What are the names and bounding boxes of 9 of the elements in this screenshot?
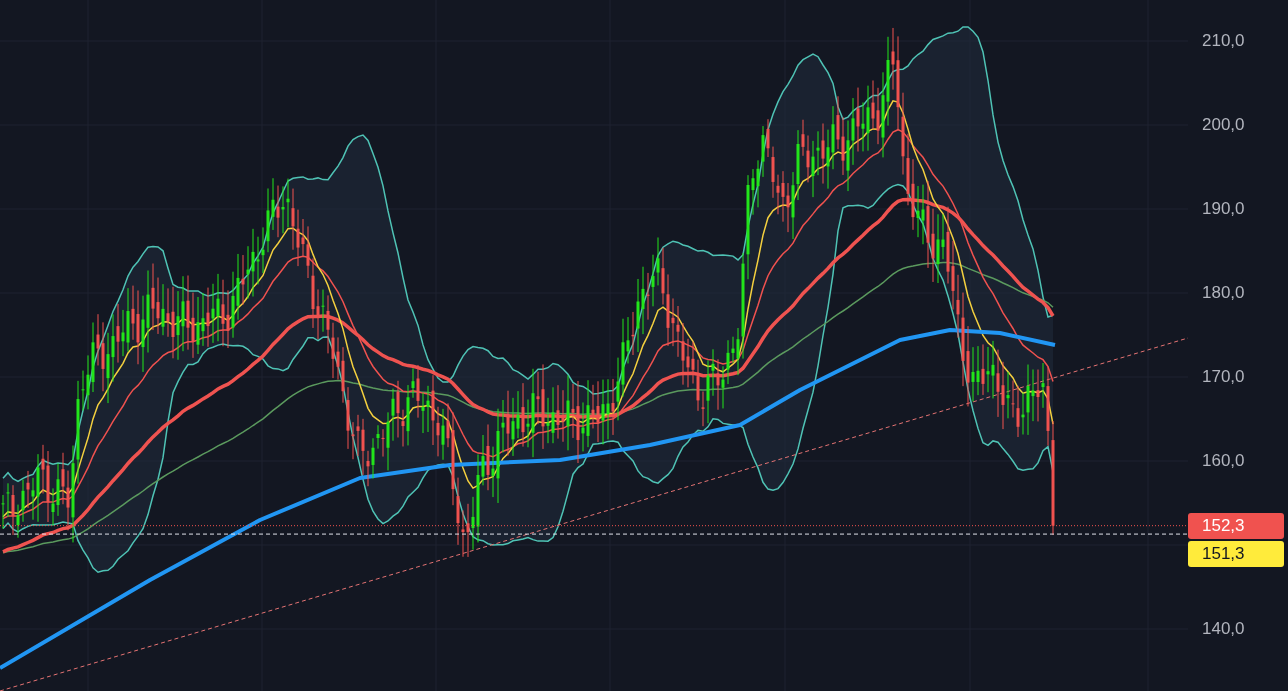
price-badge: 152,3	[1188, 512, 1284, 539]
price-tick-label: 140,0	[1202, 619, 1245, 639]
price-tick-label: 160,0	[1202, 451, 1245, 471]
price-tick-label: 200,0	[1202, 115, 1245, 135]
price-tick-label: 180,0	[1202, 283, 1245, 303]
price-tick-label: 210,0	[1202, 31, 1245, 51]
price-tick-label: 190,0	[1202, 199, 1245, 219]
price-badge: 151,3	[1188, 540, 1284, 567]
price-tick-label: 170,0	[1202, 367, 1245, 387]
